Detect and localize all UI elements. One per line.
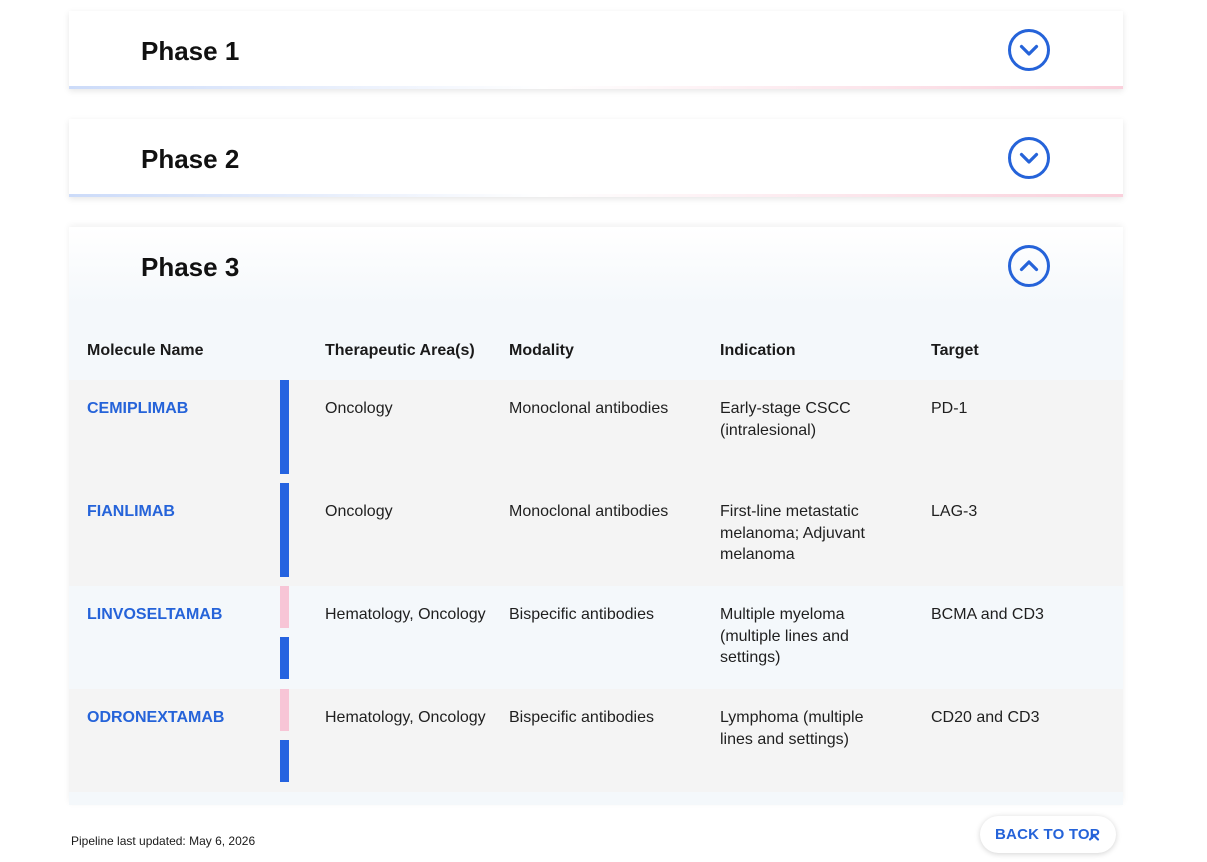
therapeutic-area-cell: Hematology, Oncology (325, 709, 486, 726)
molecule-link[interactable]: LINVOSELTAMAB (87, 604, 222, 626)
table-row: FIANLIMAB Oncology Monoclonal antibodies… (69, 483, 1123, 586)
chevron-down-circle-icon[interactable] (1008, 137, 1050, 179)
table-row: LINVOSELTAMAB Hematology, Oncology Bispe… (69, 586, 1123, 689)
accordion-title: Phase 3 (141, 252, 240, 282)
column-header-indication: Indication (720, 342, 796, 359)
column-header-modality: Modality (509, 342, 574, 359)
column-header-target: Target (931, 342, 979, 359)
accordion-phase-3: Phase 3 Molecule Name Therapeutic Area(s… (69, 227, 1123, 805)
pipeline-page: Phase 1 Phase 2 Phase 3 Molecule Name Th… (0, 0, 1207, 862)
hematology-phase-bar (280, 586, 289, 628)
indication-cell: Multiple myeloma (multiple lines and set… (720, 606, 849, 666)
column-header-therapeutic-area: Therapeutic Area(s) (325, 342, 475, 359)
accordion-title: Phase 2 (141, 144, 240, 174)
target-cell: CD20 and CD3 (931, 709, 1040, 726)
chevron-down-circle-icon[interactable] (1008, 29, 1050, 71)
oncology-phase-bar (280, 483, 289, 577)
target-cell: LAG-3 (931, 503, 978, 520)
chevron-up-circle-icon[interactable] (1008, 245, 1050, 287)
accordion-gradient-bar (69, 194, 1123, 197)
oncology-phase-bar (280, 740, 289, 782)
therapeutic-area-cell: Oncology (325, 400, 393, 417)
modality-cell: Monoclonal antibodies (509, 400, 669, 417)
accordion-title: Phase 1 (141, 36, 240, 66)
molecule-link[interactable]: CEMIPLIMAB (87, 398, 188, 420)
target-cell: BCMA and CD3 (931, 606, 1044, 623)
oncology-phase-bar (280, 637, 289, 679)
indication-cell: Lymphoma (multiple lines and settings) (720, 709, 864, 748)
accordion-phase-1: Phase 1 (69, 11, 1123, 89)
pipeline-table-body: CEMIPLIMAB Oncology Monoclonal antibodie… (69, 380, 1123, 792)
modality-cell: Monoclonal antibodies (509, 503, 669, 520)
oncology-phase-bar (280, 380, 289, 474)
accordion-header-phase-1[interactable]: Phase 1 (69, 11, 1123, 89)
therapeutic-area-cell: Hematology, Oncology (325, 606, 486, 623)
hematology-phase-bar (280, 689, 289, 731)
table-row: ODRONEXTAMAB Hematology, Oncology Bispec… (69, 689, 1123, 792)
pipeline-table-header: Molecule Name Therapeutic Area(s) Modali… (69, 322, 1123, 380)
accordion-header-phase-3[interactable]: Phase 3 (69, 227, 1123, 305)
molecule-link[interactable]: ODRONEXTAMAB (87, 707, 224, 729)
column-header-molecule: Molecule Name (87, 342, 204, 359)
table-row: CEMIPLIMAB Oncology Monoclonal antibodie… (69, 380, 1123, 483)
indication-cell: Early-stage CSCC (intralesional) (720, 400, 851, 439)
therapeutic-area-cell: Oncology (325, 503, 393, 520)
chevron-up-icon (1088, 829, 1100, 847)
back-to-top-button[interactable]: BACK TO TOP (980, 816, 1116, 853)
pipeline-updated-note: Pipeline last updated: May 6, 2026 (71, 834, 256, 848)
molecule-link[interactable]: FIANLIMAB (87, 501, 175, 523)
back-to-top-label: BACK TO TOP (995, 826, 1100, 843)
target-cell: PD-1 (931, 400, 968, 417)
accordion-header-phase-2[interactable]: Phase 2 (69, 119, 1123, 197)
accordion-phase-2: Phase 2 (69, 119, 1123, 197)
modality-cell: Bispecific antibodies (509, 606, 654, 623)
modality-cell: Bispecific antibodies (509, 709, 654, 726)
accordion-gradient-bar (69, 86, 1123, 89)
indication-cell: First-line metastatic melanoma; Adjuvant… (720, 503, 865, 563)
